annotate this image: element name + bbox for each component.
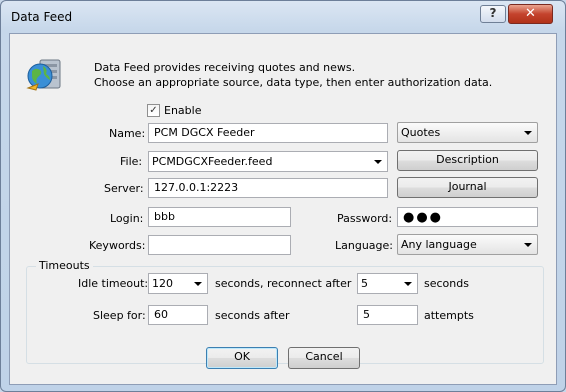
file-label: File: — [120, 155, 143, 168]
idle-timeout-select[interactable]: 120 — [148, 273, 208, 294]
language-label: Language: — [335, 239, 393, 252]
timeouts-group-title: Timeouts — [36, 259, 93, 272]
type-select-value: Quotes — [401, 126, 441, 139]
keywords-input[interactable] — [148, 235, 291, 255]
reconnect-after-suffix: seconds — [424, 277, 469, 290]
sleep-for-input[interactable]: 60 — [148, 305, 208, 325]
cancel-button[interactable]: Cancel — [288, 347, 360, 369]
sleep-for-suffix: seconds after — [215, 309, 290, 322]
header-line-1: Data Feed provides receiving quotes and … — [94, 61, 356, 74]
idle-timeout-value: 120 — [152, 277, 173, 290]
data-feed-window: Data Feed ? ✕ Data Feed provides receivi… — [0, 0, 566, 392]
server-input[interactable]: 127.0.0.1:2223 — [148, 178, 388, 198]
title-bar[interactable]: Data Feed ? ✕ — [1, 1, 565, 33]
language-select[interactable]: Any language — [397, 234, 538, 255]
type-select[interactable]: Quotes — [397, 122, 538, 143]
attempts-suffix: attempts — [424, 309, 474, 322]
login-input[interactable]: bbb — [148, 207, 291, 227]
language-select-value: Any language — [401, 238, 477, 251]
keywords-label: Keywords: — [89, 239, 146, 252]
enable-label: Enable — [164, 104, 202, 117]
header-line-2: Choose an appropriate source, data type,… — [94, 76, 493, 89]
password-label: Password: — [337, 212, 393, 225]
enable-checkbox[interactable]: ✓ — [147, 104, 160, 117]
file-select[interactable]: PCMDGCXFeeder.feed — [148, 151, 388, 172]
name-label: Name: — [109, 127, 146, 140]
ok-button[interactable]: OK — [206, 347, 278, 369]
name-input[interactable]: PCM DGCX Feeder — [148, 123, 388, 143]
journal-button[interactable]: Journal — [397, 177, 538, 198]
chevron-down-icon — [524, 131, 532, 135]
idle-timeout-suffix: seconds, reconnect after — [215, 277, 352, 290]
chevron-down-icon — [374, 160, 382, 164]
server-label: Server: — [104, 182, 144, 195]
attempts-input[interactable]: 5 — [357, 305, 418, 325]
password-input[interactable]: ●●● — [397, 207, 538, 227]
window-title: Data Feed — [11, 10, 73, 24]
chevron-down-icon — [404, 282, 412, 286]
close-button[interactable]: ✕ — [508, 4, 553, 24]
reconnect-after-value: 5 — [361, 277, 368, 290]
help-button[interactable]: ? — [480, 5, 506, 23]
sleep-for-label: Sleep for: — [93, 309, 146, 322]
chevron-down-icon — [194, 282, 202, 286]
dialog-client-area: Data Feed provides receiving quotes and … — [9, 33, 557, 385]
description-button[interactable]: Description — [397, 150, 538, 171]
reconnect-after-select[interactable]: 5 — [357, 273, 418, 294]
header-description: Data Feed provides receiving quotes and … — [94, 60, 492, 90]
login-label: Login: — [110, 212, 144, 225]
idle-timeout-label: Idle timeout: — [78, 277, 149, 290]
chevron-down-icon — [524, 243, 532, 247]
file-select-value: PCMDGCXFeeder.feed — [152, 155, 273, 168]
globe-server-icon — [26, 59, 61, 91]
